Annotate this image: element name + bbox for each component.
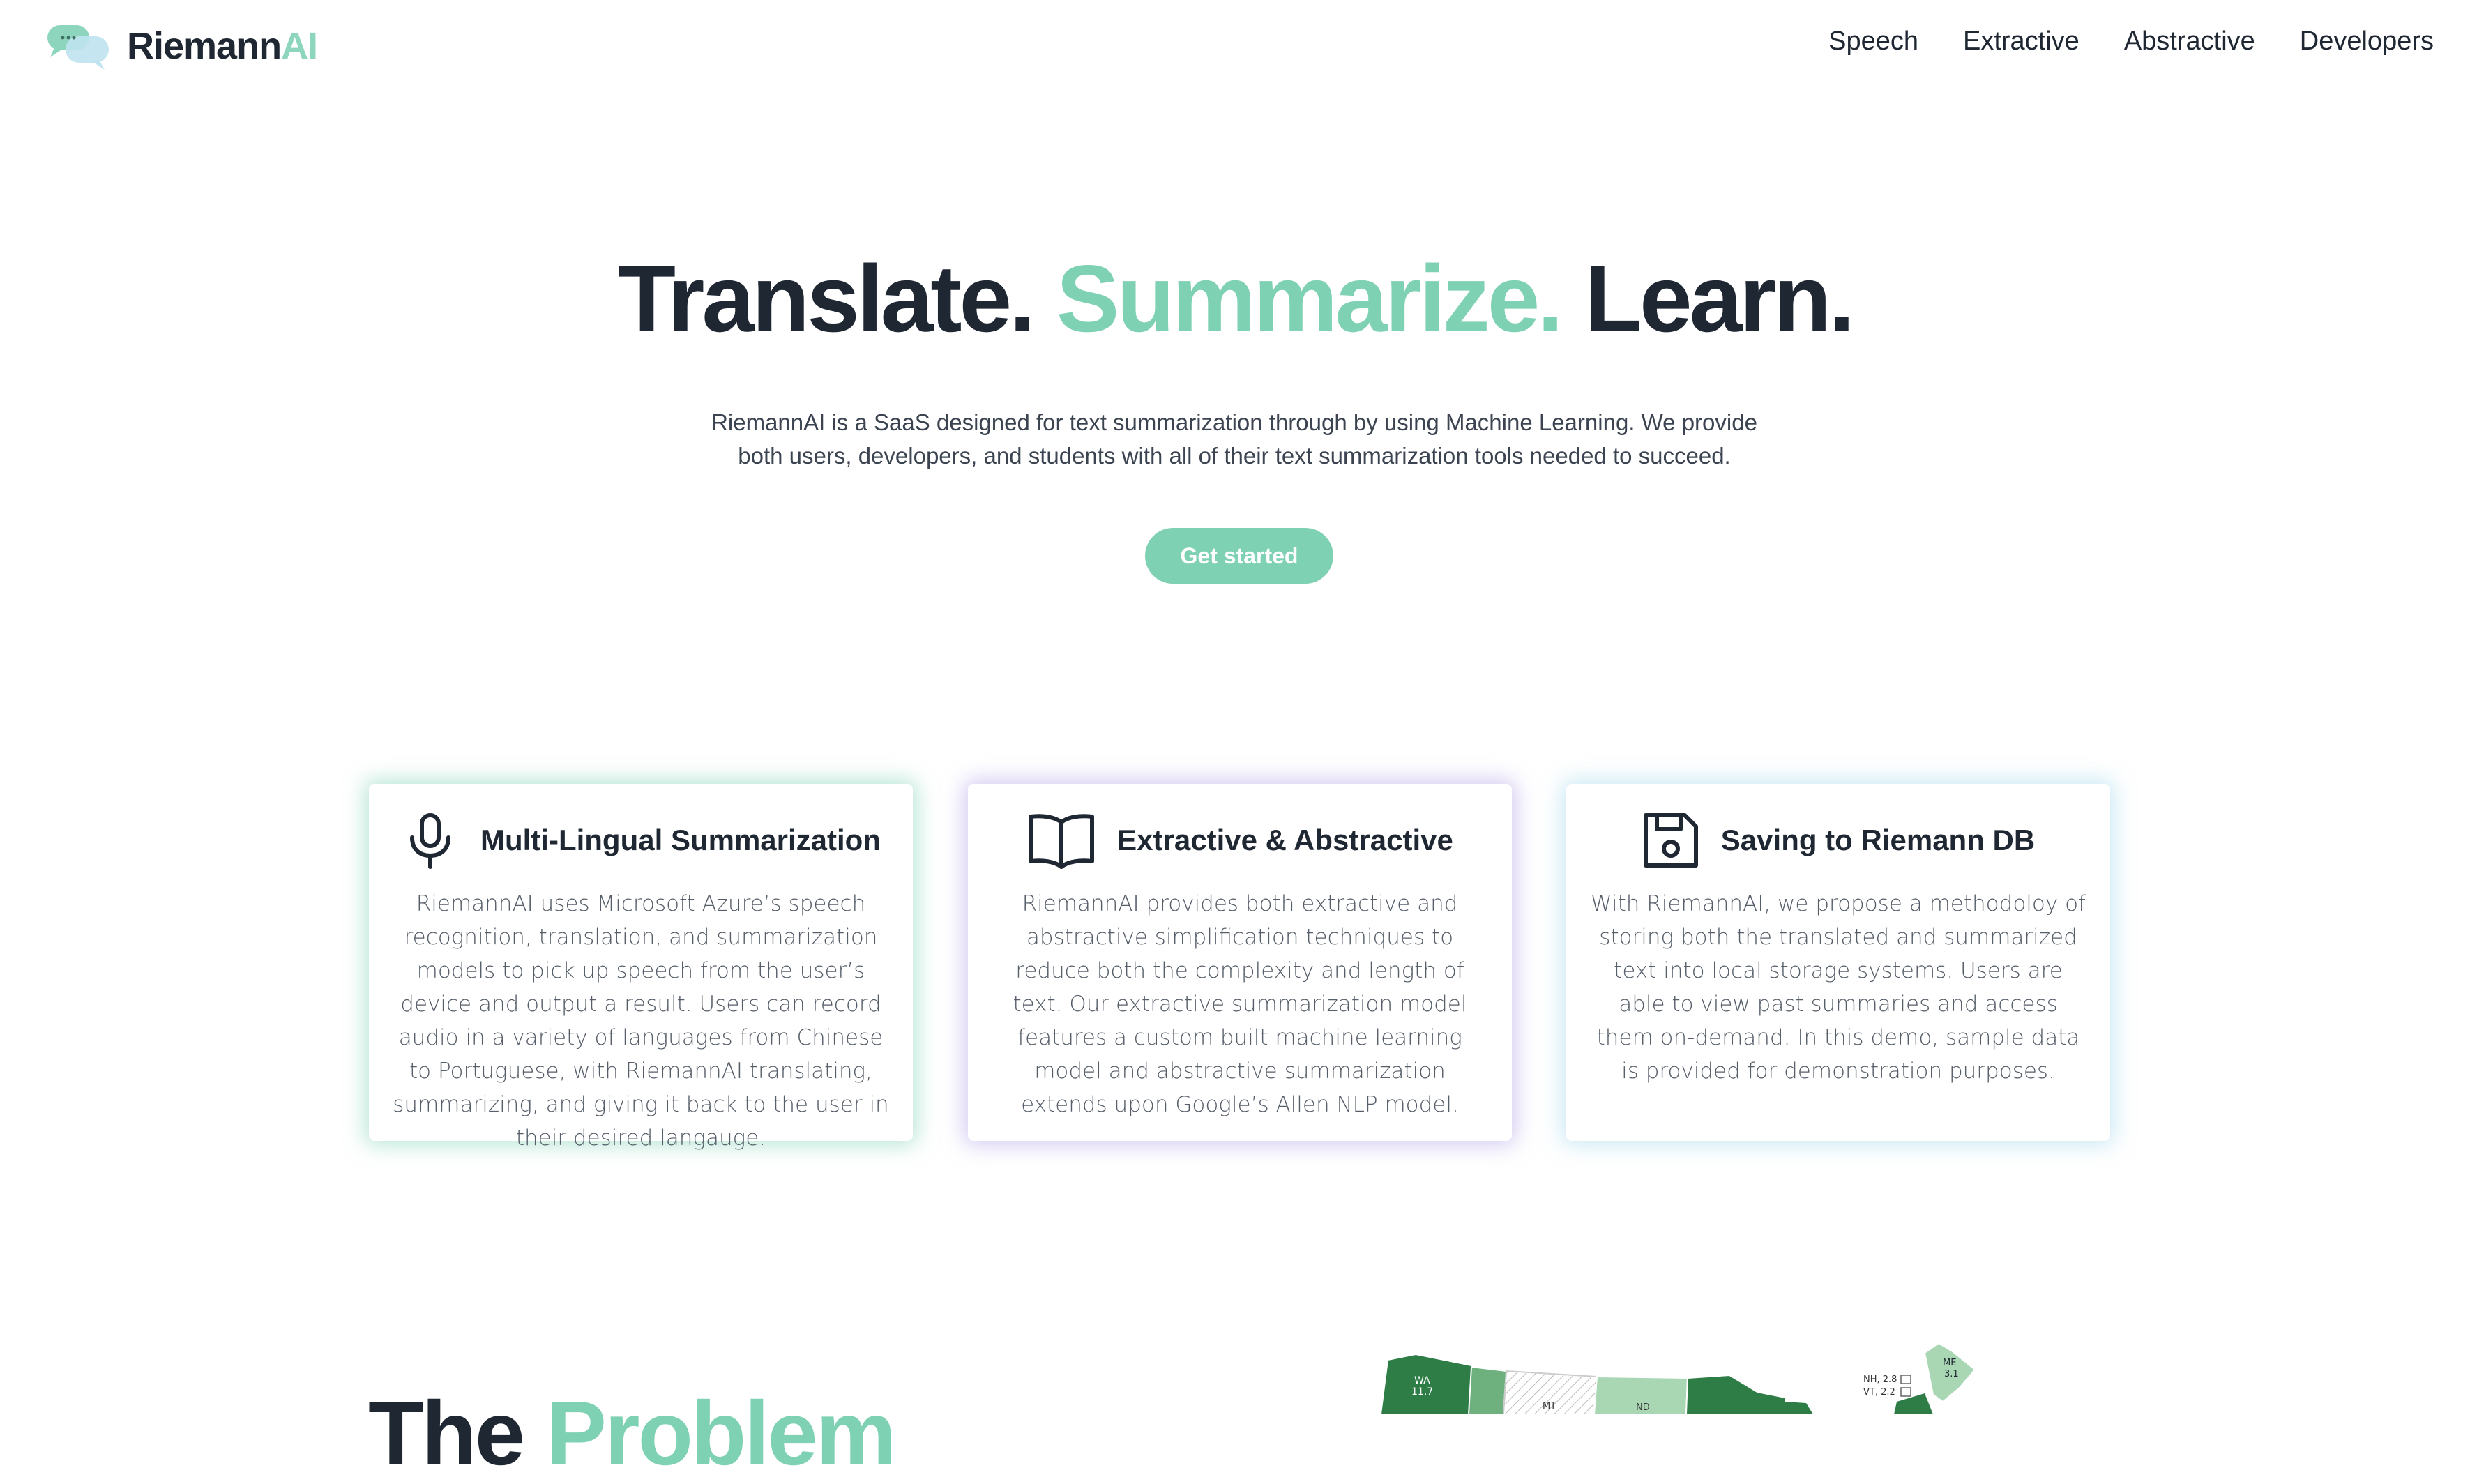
floppy-disk-icon <box>1643 813 1698 868</box>
book-icon <box>1029 814 1095 869</box>
hero-title-translate: Translate. <box>617 245 1036 351</box>
map-state-vt-nh <box>1894 1393 1933 1414</box>
chat-bubbles-icon <box>47 25 109 70</box>
hero-title-learn: Learn. <box>1584 245 1855 351</box>
brand-name: RiemannAI <box>127 24 318 68</box>
map-label-vt: VT, 2.2 <box>1863 1387 1895 1398</box>
map-state-id <box>1467 1365 1508 1414</box>
map-state-wi <box>1785 1402 1813 1414</box>
feature-title: Extractive & Abstractive <box>1117 824 1453 856</box>
map-label-nh: NH, 2.8 <box>1863 1375 1897 1385</box>
feature-description: RiemannAI uses Microsoft Azure’s speech … <box>393 891 889 1151</box>
feature-title: Saving to Riemann DB <box>1720 824 2036 856</box>
brand-name-accent: AI <box>281 25 318 67</box>
feature-description: With RiemannAI, we propose a methodoloy … <box>1591 891 2086 1084</box>
map-legend-nh-box <box>1900 1375 1911 1384</box>
nav-link-developers[interactable]: Developers <box>2300 26 2434 56</box>
map-label-wa-value: 11.7 <box>1411 1386 1433 1398</box>
nav-link-speech[interactable]: Speech <box>1828 26 1918 56</box>
feature-card-multilingual: Multi-Lingual Summarization RiemannAI us… <box>369 784 913 1151</box>
us-state-map: WA 11.7 MT ND NH, 2.8 VT, 2.2 ME 3.1 <box>1379 1342 1976 1414</box>
feature-description: RiemannAI provides both extractive and a… <box>1013 891 1467 1117</box>
problem-title-the: The <box>368 1382 525 1484</box>
map-label-me: ME <box>1943 1358 1956 1368</box>
map-label-me-value: 3.1 <box>1944 1369 1959 1379</box>
problem-section-title: The Problem <box>368 1388 896 1478</box>
brand-logo[interactable]: RiemannAI <box>45 21 318 71</box>
map-label-wa: WA <box>1414 1375 1430 1386</box>
map-label-mt: MT <box>1543 1401 1556 1411</box>
hero-title: Translate. Summarize. Learn. <box>0 251 2470 346</box>
feature-title: Multi-Lingual Summarization <box>480 824 881 856</box>
get-started-button[interactable]: Get started <box>1145 528 1333 584</box>
problem-title-problem: Problem <box>546 1382 896 1484</box>
feature-card-extractive-abstractive: Extractive & Abstractive RiemannAI provi… <box>968 784 1512 1141</box>
nav-links: Speech Extractive Abstractive Developers <box>1828 26 2434 56</box>
brand-name-main: Riemann <box>127 25 282 67</box>
map-state-mn <box>1685 1374 1786 1414</box>
nav-link-abstractive[interactable]: Abstractive <box>2124 26 2255 56</box>
feature-card-riemann-db: Saving to Riemann DB With RiemannAI, we … <box>1566 784 2110 1141</box>
map-legend-vt-box <box>1900 1387 1911 1397</box>
nav-link-extractive[interactable]: Extractive <box>1963 26 2079 56</box>
hero-title-summarize: Summarize. <box>1056 245 1563 351</box>
map-label-nd: ND <box>1636 1402 1650 1413</box>
hero-description: RiemannAI is a SaaS designed for text su… <box>711 409 1757 469</box>
top-navbar: RiemannAI Speech Extractive Abstractive … <box>0 0 2470 98</box>
microphone-icon <box>410 813 450 869</box>
